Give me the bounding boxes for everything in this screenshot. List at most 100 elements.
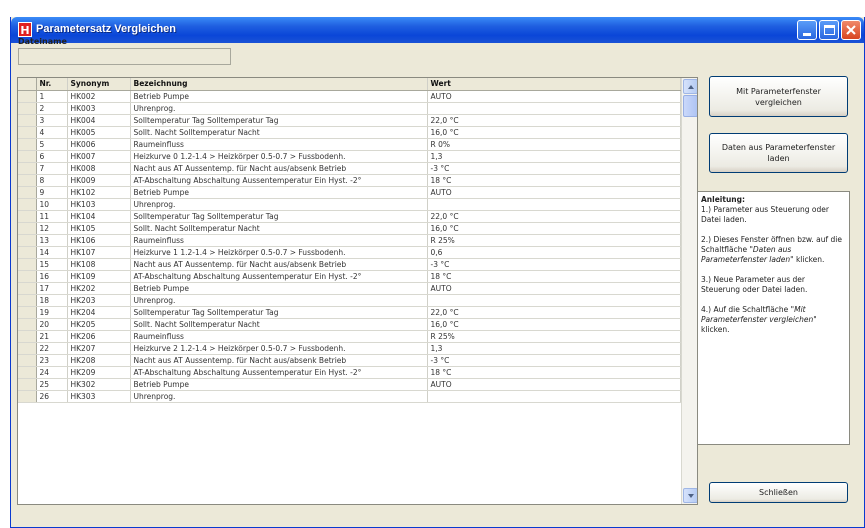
- cell-wert[interactable]: -3 °C: [427, 258, 681, 271]
- cell-wert[interactable]: 0,6: [427, 246, 681, 259]
- cell-nr[interactable]: 18: [36, 294, 68, 307]
- row-header[interactable]: [18, 246, 37, 259]
- cell-synonym[interactable]: HK106: [67, 234, 131, 247]
- row-header[interactable]: [18, 150, 37, 163]
- close-button[interactable]: Schließen: [709, 482, 848, 503]
- cell-nr[interactable]: 4: [36, 126, 68, 139]
- cell-bezeichnung[interactable]: AT-Abschaltung Abschaltung Aussentempera…: [130, 270, 428, 283]
- table-row[interactable]: 24 HK209 AT-Abschaltung Abschaltung Aussen…: [18, 366, 681, 379]
- row-header[interactable]: [18, 342, 37, 355]
- cell-nr[interactable]: 22: [36, 342, 68, 355]
- load-data-button[interactable]: Daten aus Parameterfenster laden: [709, 133, 848, 173]
- row-header[interactable]: [18, 210, 37, 223]
- cell-synonym[interactable]: HK006: [67, 138, 131, 151]
- row-header[interactable]: [18, 306, 37, 319]
- table-row[interactable]: 23 HK208 Nacht aus AT Aussentemp. für Nach…: [18, 354, 681, 367]
- cell-synonym[interactable]: HK202: [67, 282, 131, 295]
- col-header-nr[interactable]: Nr.: [36, 78, 68, 91]
- table-row[interactable]: 26 HK303 Uhrenprog.: [18, 390, 681, 403]
- cell-nr[interactable]: 7: [36, 162, 68, 175]
- table-row[interactable]: 25 HK302 Betrieb Pumpe AUTO: [18, 378, 681, 391]
- cell-nr[interactable]: 19: [36, 306, 68, 319]
- cell-synonym[interactable]: HK107: [67, 246, 131, 259]
- cell-synonym[interactable]: HK207: [67, 342, 131, 355]
- cell-synonym[interactable]: HK208: [67, 354, 131, 367]
- cell-nr[interactable]: 8: [36, 174, 68, 187]
- row-header[interactable]: [18, 186, 37, 199]
- table-row[interactable]: 3 HK004 Solltemperatur Tag Solltemperatur …: [18, 114, 681, 127]
- cell-bezeichnung[interactable]: Raumeinfluss: [130, 138, 428, 151]
- cell-synonym[interactable]: HK103: [67, 198, 131, 211]
- cell-wert[interactable]: 16,0 °C: [427, 318, 681, 331]
- cell-synonym[interactable]: HK007: [67, 150, 131, 163]
- table-row[interactable]: 17 HK202 Betrieb Pumpe AUTO: [18, 282, 681, 295]
- maximize-button[interactable]: [819, 20, 839, 40]
- col-header-bezeichnung[interactable]: Bezeichnung: [130, 78, 428, 91]
- row-header[interactable]: [18, 294, 37, 307]
- table-row[interactable]: 8 HK009 AT-Abschaltung Abschaltung Aussent…: [18, 174, 681, 187]
- cell-synonym[interactable]: HK005: [67, 126, 131, 139]
- cell-synonym[interactable]: HK203: [67, 294, 131, 307]
- cell-synonym[interactable]: HK108: [67, 258, 131, 271]
- cell-synonym[interactable]: HK204: [67, 306, 131, 319]
- row-header[interactable]: [18, 318, 37, 331]
- table-row[interactable]: 18 HK203 Uhrenprog.: [18, 294, 681, 307]
- cell-bezeichnung[interactable]: Raumeinfluss: [130, 330, 428, 343]
- row-header[interactable]: [18, 234, 37, 247]
- row-header[interactable]: [18, 126, 37, 139]
- scroll-down-button[interactable]: [683, 488, 697, 503]
- col-header-wert[interactable]: Wert: [427, 78, 681, 91]
- cell-synonym[interactable]: HK102: [67, 186, 131, 199]
- table-row[interactable]: 1 HK002 Betrieb Pumpe AUTO: [18, 90, 681, 103]
- close-window-button[interactable]: [841, 20, 861, 40]
- table-row[interactable]: 13 HK106 Raumeinfluss R 25%: [18, 234, 681, 247]
- cell-nr[interactable]: 21: [36, 330, 68, 343]
- cell-synonym[interactable]: HK109: [67, 270, 131, 283]
- cell-nr[interactable]: 6: [36, 150, 68, 163]
- scroll-thumb[interactable]: [683, 95, 697, 117]
- col-header-synonym[interactable]: Synonym: [67, 78, 131, 91]
- cell-bezeichnung[interactable]: Uhrenprog.: [130, 102, 428, 115]
- filename-field[interactable]: [18, 48, 231, 65]
- cell-bezeichnung[interactable]: Betrieb Pumpe: [130, 90, 428, 103]
- cell-wert[interactable]: 16,0 °C: [427, 126, 681, 139]
- minimize-button[interactable]: [797, 20, 817, 40]
- table-row[interactable]: 21 HK206 Raumeinfluss R 25%: [18, 330, 681, 343]
- cell-wert[interactable]: AUTO: [427, 378, 681, 391]
- cell-synonym[interactable]: HK209: [67, 366, 131, 379]
- table-row[interactable]: 10 HK103 Uhrenprog.: [18, 198, 681, 211]
- cell-synonym[interactable]: HK003: [67, 102, 131, 115]
- cell-bezeichnung[interactable]: Nacht aus AT Aussentemp. für Nacht aus/a…: [130, 354, 428, 367]
- cell-nr[interactable]: 15: [36, 258, 68, 271]
- cell-bezeichnung[interactable]: Betrieb Pumpe: [130, 282, 428, 295]
- cell-nr[interactable]: 9: [36, 186, 68, 199]
- cell-nr[interactable]: 26: [36, 390, 68, 403]
- parameter-grid[interactable]: Nr. Synonym Bezeichnung Wert 1 HK002 Betri…: [17, 77, 698, 505]
- cell-wert[interactable]: R 25%: [427, 234, 681, 247]
- cell-bezeichnung[interactable]: Betrieb Pumpe: [130, 186, 428, 199]
- cell-bezeichnung[interactable]: Uhrenprog.: [130, 390, 428, 403]
- cell-nr[interactable]: 20: [36, 318, 68, 331]
- cell-wert[interactable]: [427, 294, 681, 307]
- cell-bezeichnung[interactable]: Sollt. Nacht Solltemperatur Nacht: [130, 318, 428, 331]
- cell-synonym[interactable]: HK302: [67, 378, 131, 391]
- row-header[interactable]: [18, 354, 37, 367]
- cell-wert[interactable]: AUTO: [427, 90, 681, 103]
- table-row[interactable]: 11 HK104 Solltemperatur Tag Solltemperatur…: [18, 210, 681, 223]
- cell-bezeichnung[interactable]: AT-Abschaltung Abschaltung Aussentempera…: [130, 366, 428, 379]
- table-row[interactable]: 2 HK003 Uhrenprog.: [18, 102, 681, 115]
- row-header[interactable]: [18, 258, 37, 271]
- row-header[interactable]: [18, 270, 37, 283]
- row-header[interactable]: [18, 330, 37, 343]
- cell-synonym[interactable]: HK009: [67, 174, 131, 187]
- cell-bezeichnung[interactable]: Raumeinfluss: [130, 234, 428, 247]
- cell-synonym[interactable]: HK002: [67, 90, 131, 103]
- table-row[interactable]: 6 HK007 Heizkurve 0 1.2-1.4 > Heizkörper 0…: [18, 150, 681, 163]
- table-row[interactable]: 20 HK205 Sollt. Nacht Solltemperatur Nacht…: [18, 318, 681, 331]
- cell-wert[interactable]: [427, 390, 681, 403]
- row-header[interactable]: [18, 162, 37, 175]
- cell-wert[interactable]: AUTO: [427, 186, 681, 199]
- table-row[interactable]: 22 HK207 Heizkurve 2 1.2-1.4 > Heizkörper …: [18, 342, 681, 355]
- cell-nr[interactable]: 11: [36, 210, 68, 223]
- cell-nr[interactable]: 12: [36, 222, 68, 235]
